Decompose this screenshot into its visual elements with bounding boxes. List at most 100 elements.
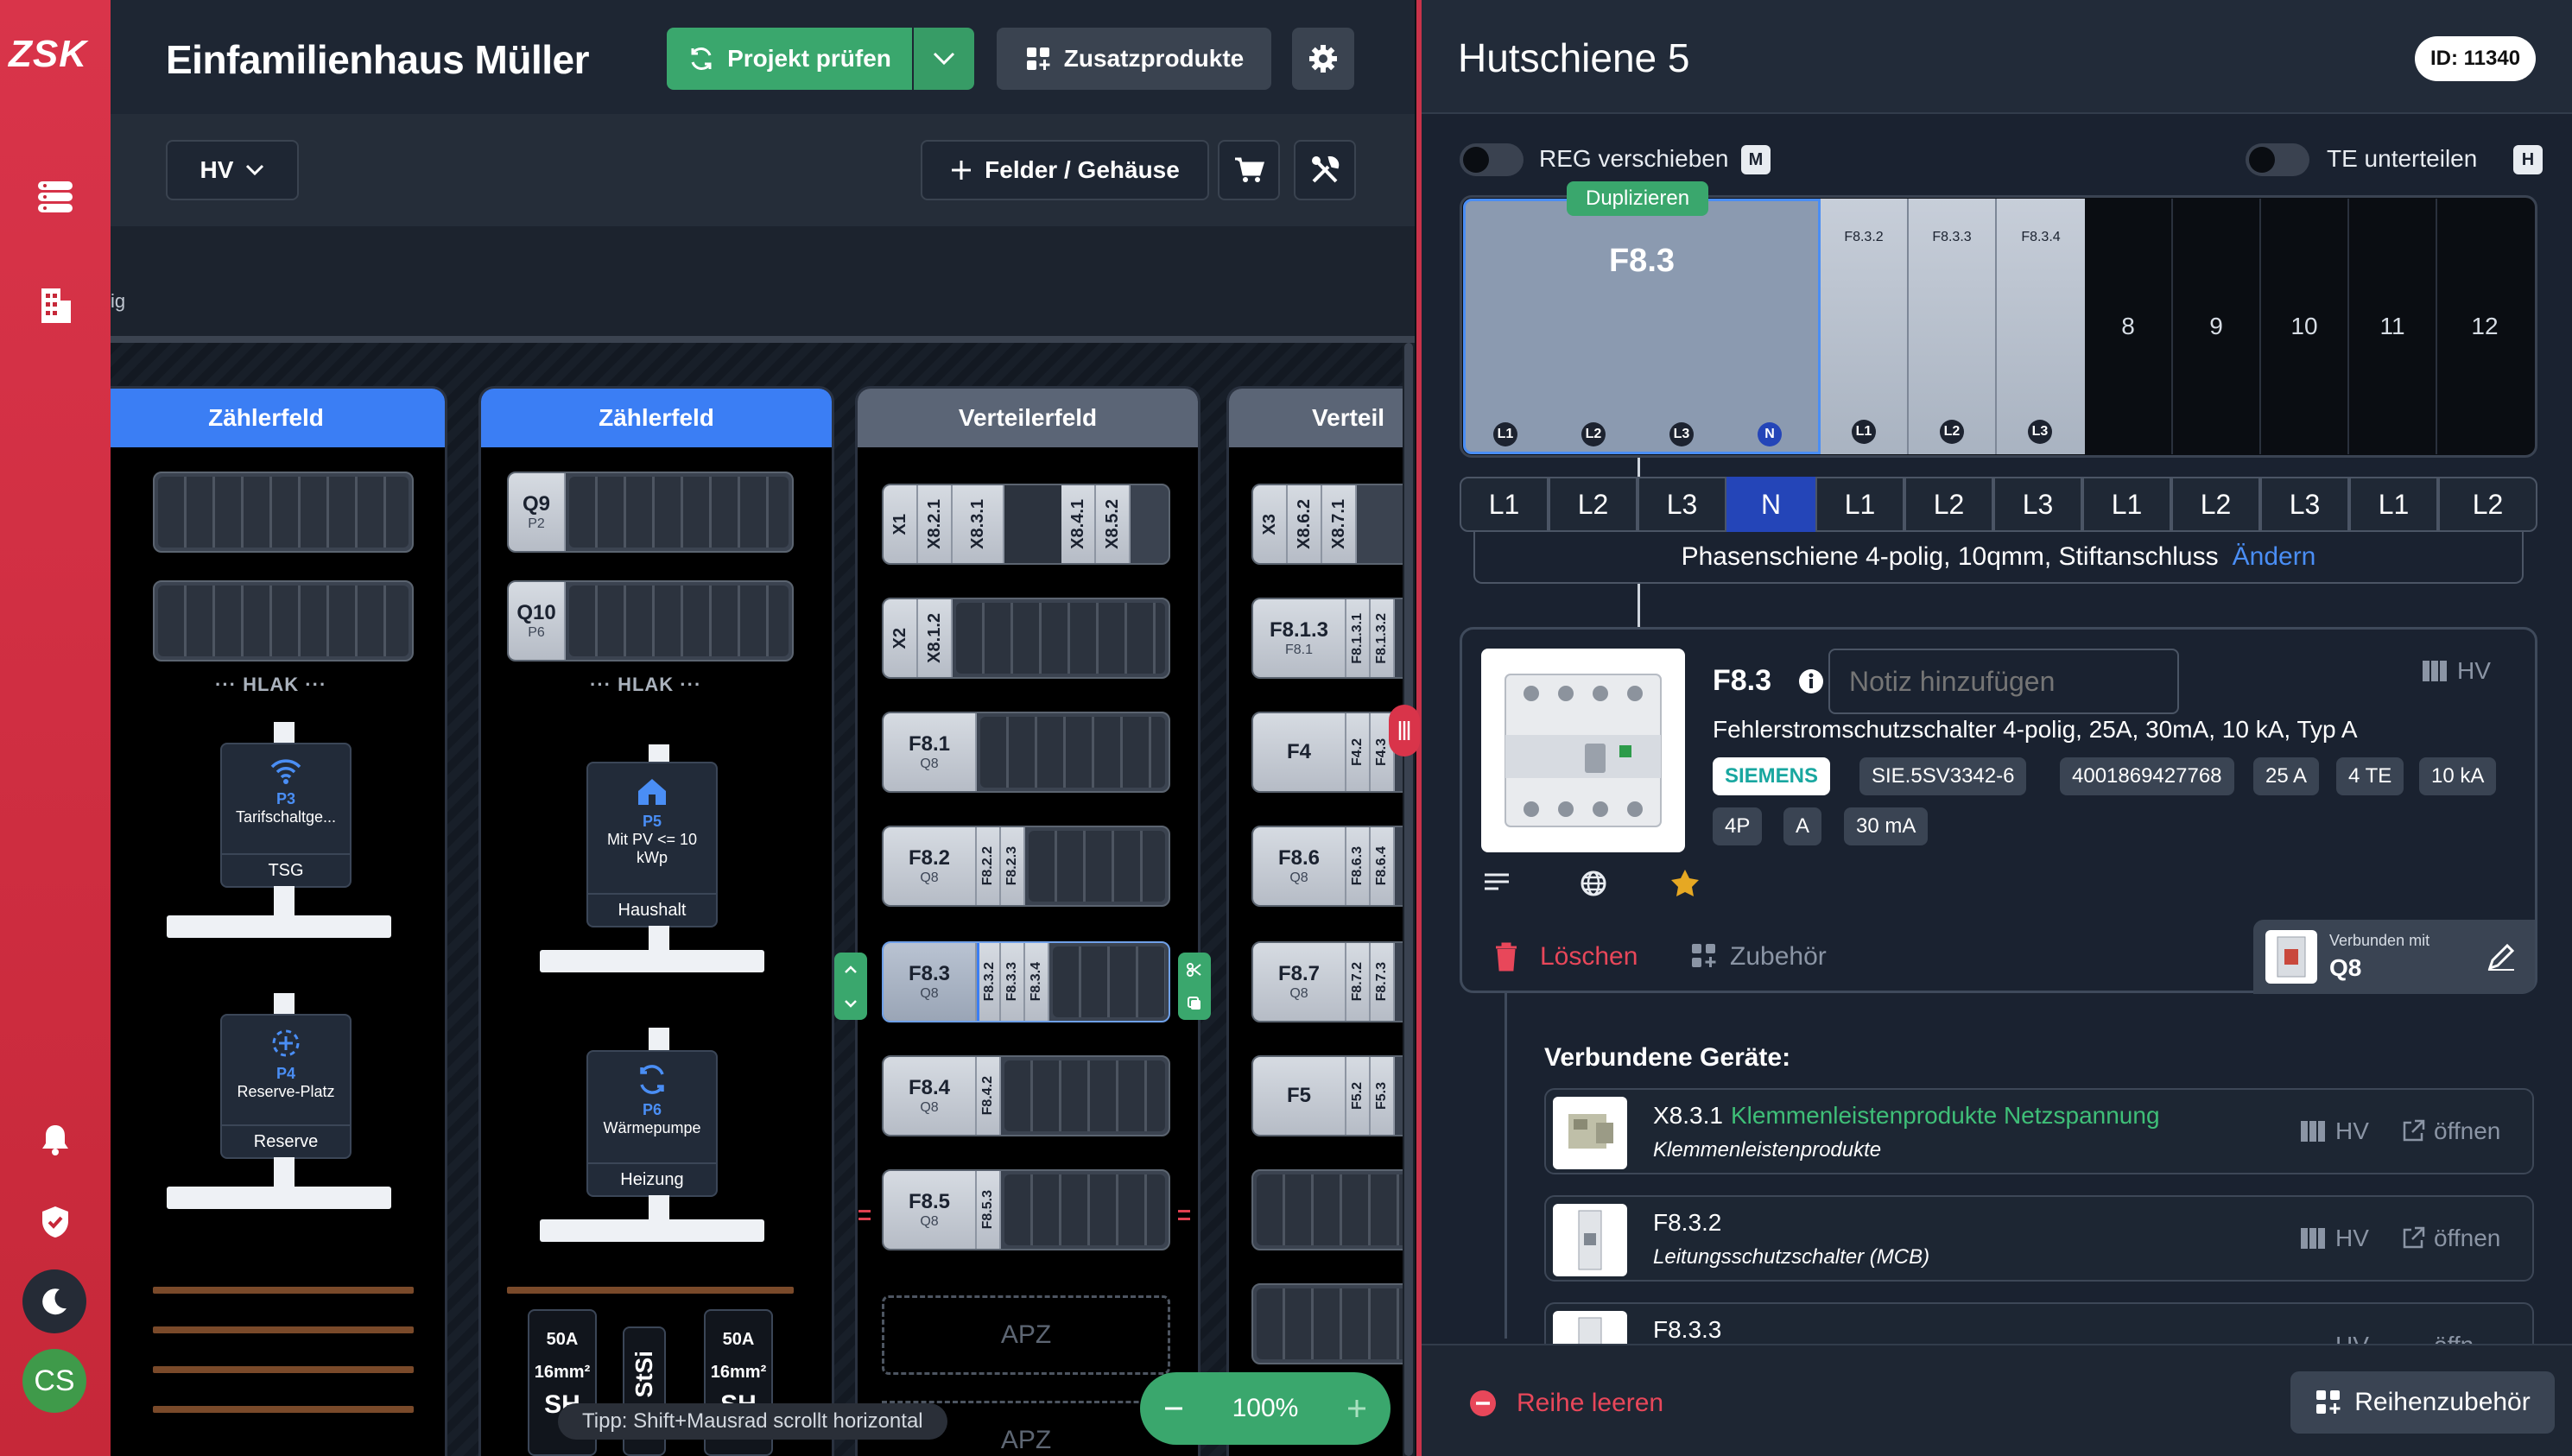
accessory-icon[interactable] [1690, 942, 1718, 970]
zoom-control[interactable]: 100% [1140, 1372, 1391, 1445]
module-f8-3-4[interactable]: F8.3.4 L3 [1997, 199, 2085, 454]
phase-l3[interactable]: L3 [1993, 477, 2082, 532]
te-slot-9[interactable]: 9 [2173, 199, 2261, 454]
device-card-p3[interactable]: P3 Tarifschaltge... TSG [220, 743, 352, 888]
meter-rail-q9[interactable]: Q9 P2 [507, 472, 794, 553]
row-drag-marker[interactable] [858, 1210, 871, 1220]
field-distribution-2[interactable]: Verteil X3 X8.6.2 X8.7.1 F8.1.3 F8.1 F8.1… [1226, 386, 1415, 1456]
meter-rail-empty[interactable] [153, 580, 414, 662]
apz-slot[interactable]: APZ [882, 1295, 1170, 1375]
connected-device-row[interactable]: F8.3.2 Leitungsschutzschalter (MCB) HV ö… [1544, 1195, 2534, 1282]
star-icon[interactable] [1669, 868, 1701, 897]
duplicate-button[interactable]: Duplizieren [1567, 181, 1709, 216]
te-split-toggle[interactable] [2246, 143, 2309, 176]
external-link-icon[interactable] [2401, 1226, 2425, 1250]
user-avatar[interactable]: CS [22, 1349, 86, 1413]
cart-button[interactable] [1218, 140, 1280, 200]
plus-icon[interactable] [1346, 1397, 1368, 1420]
rail-5-selected[interactable]: F8.3 Q8 F8.3.2 F8.3.3 F8.3.4 [882, 941, 1170, 1022]
connected-device-row[interactable]: X8.3.1 Klemmenleistenprodukte Netzspannu… [1544, 1088, 2534, 1174]
chevron-up-icon[interactable] [844, 965, 858, 974]
copy-icon[interactable] [1187, 996, 1202, 1011]
open-link[interactable]: öffn [2434, 1332, 2474, 1344]
details-icon[interactable] [1483, 871, 1511, 896]
row-accessory-button[interactable]: Reihenzubehör [2290, 1371, 2555, 1434]
trash-icon[interactable] [1493, 942, 1519, 972]
rail-1[interactable]: X3 X8.6.2 X8.7.1 [1251, 484, 1415, 565]
rail-7[interactable]: F8.5 Q8 F8.5.3 [882, 1169, 1170, 1250]
database-icon[interactable] [29, 171, 81, 223]
busbar-change-link[interactable]: Ändern [2233, 542, 2316, 572]
te-slot-8[interactable]: 8 [2085, 199, 2173, 454]
minus-icon[interactable] [1162, 1397, 1185, 1420]
field-meter-1[interactable]: Zählerfeld ··· HLAK ··· P3 Tarifschaltge… [111, 386, 447, 1456]
rail-2[interactable]: X2 X8.1.2 [882, 598, 1170, 679]
dark-mode-toggle[interactable] [22, 1269, 86, 1333]
row-move-controls[interactable] [834, 953, 867, 1020]
phase-l3[interactable]: L3 [2260, 477, 2349, 532]
phase-l2[interactable]: L2 [1904, 477, 1993, 532]
device-card-p5[interactable]: P5 Mit PV <= 10 kWp Haushalt [586, 762, 718, 927]
clear-row-button[interactable]: Reihe leeren [1517, 1389, 1663, 1418]
rail-4[interactable]: F8.2 Q8 F8.2.2 F8.2.3 [882, 826, 1170, 907]
connected-with-box[interactable]: Verbunden mit Q8 [2253, 920, 2535, 994]
meter-rail-q10[interactable]: Q10 P6 [507, 580, 794, 662]
distributor-select[interactable]: HV [166, 140, 299, 200]
extras-button[interactable]: Zusatzprodukte [997, 28, 1271, 90]
check-project-dropdown[interactable] [914, 28, 974, 90]
phase-l1[interactable]: L1 [2082, 477, 2171, 532]
module-f8-3-2[interactable]: F8.3.2 L1 [1821, 199, 1909, 454]
row-drag-marker[interactable] [1178, 1210, 1190, 1220]
rail-5[interactable]: F8.7 Q8 F8.7.2 F8.7.3 [1251, 941, 1415, 1022]
phase-l2[interactable]: L2 [1549, 477, 1638, 532]
delete-button[interactable]: Löschen [1540, 942, 1638, 972]
module-f8-3-3[interactable]: F8.3.3 L2 [1909, 199, 1997, 454]
open-link[interactable]: öffnen [2434, 1117, 2500, 1145]
tools-button[interactable] [1294, 140, 1356, 200]
fields-housing-button[interactable]: Felder / Gehäuse [921, 140, 1209, 200]
te-slot-12[interactable]: 12 [2437, 199, 2532, 454]
settings-button[interactable] [1292, 28, 1354, 90]
shield-check-icon[interactable] [29, 1196, 81, 1248]
panel-splitter-handle[interactable] [1389, 705, 1420, 756]
connected-device-row[interactable]: F8.3.3 HV öffn [1544, 1302, 2534, 1344]
row-action-controls[interactable] [1178, 953, 1211, 1020]
bell-icon[interactable] [29, 1114, 81, 1166]
phase-l1[interactable]: L1 [2349, 477, 2438, 532]
note-input[interactable] [1828, 649, 2179, 714]
rail-6[interactable]: F8.4 Q8 F8.4.2 [882, 1055, 1170, 1136]
phase-l1[interactable]: L1 [1815, 477, 1904, 532]
rail-1[interactable]: X1 X8.2.1 X8.3.1 X8.4.1 X8.5.2 [882, 484, 1170, 565]
device-card-p4[interactable]: P4 Reserve-Platz Reserve [220, 1014, 352, 1159]
field-meter-2[interactable]: Zählerfeld Q9 P2 Q10 P6 ··· HLAK ··· P5 Mi… [478, 386, 834, 1456]
edit-icon[interactable] [2486, 942, 2516, 972]
canvas-scrollbar[interactable] [1403, 343, 1415, 1456]
globe-icon[interactable] [1580, 870, 1607, 897]
rail-2[interactable]: F8.1.3 F8.1 F8.1.3.1 F8.1.3.2 [1251, 598, 1415, 679]
minus-circle-icon[interactable] [1468, 1389, 1498, 1418]
device-card-p6[interactable]: P6 Wärmepumpe Heizung [586, 1050, 718, 1197]
rail-7[interactable] [1251, 1169, 1415, 1250]
phase-l2[interactable]: L2 [2438, 477, 2537, 532]
te-slot-10[interactable]: 10 [2261, 199, 2349, 454]
accessory-button[interactable]: Zubehör [1730, 942, 1827, 972]
reg-move-toggle[interactable] [1460, 143, 1524, 176]
building-icon[interactable] [29, 280, 81, 332]
module-f8-3[interactable]: F8.3 L1 L2 L3 N [1463, 199, 1821, 454]
phase-l1[interactable]: L1 [1460, 477, 1549, 532]
te-slot-11[interactable]: 11 [2349, 199, 2437, 454]
meter-rail-empty[interactable] [153, 472, 414, 553]
rail-4[interactable]: F8.6 Q8 F8.6.3 F8.6.4 [1251, 826, 1415, 907]
field-distribution-1[interactable]: Verteilerfeld X1 X8.2.1 X8.3.1 X8.4.1 X8… [855, 386, 1200, 1456]
rail-6[interactable]: F5 F5.2 F5.3 [1251, 1055, 1415, 1136]
open-link[interactable]: öffnen [2434, 1225, 2500, 1252]
phase-n[interactable]: N [1726, 477, 1815, 532]
rail-8[interactable] [1251, 1283, 1415, 1364]
chevron-down-icon[interactable] [844, 999, 858, 1008]
rail-3[interactable]: F8.1 Q8 [882, 712, 1170, 793]
phase-l3[interactable]: L3 [1638, 477, 1726, 532]
check-project-button[interactable]: Projekt prüfen [667, 28, 912, 90]
phase-l2[interactable]: L2 [2171, 477, 2260, 532]
cabinet-canvas[interactable]: Zählerfeld ··· HLAK ··· P3 Tarifschaltge… [111, 343, 1415, 1456]
info-icon[interactable] [1797, 668, 1825, 695]
